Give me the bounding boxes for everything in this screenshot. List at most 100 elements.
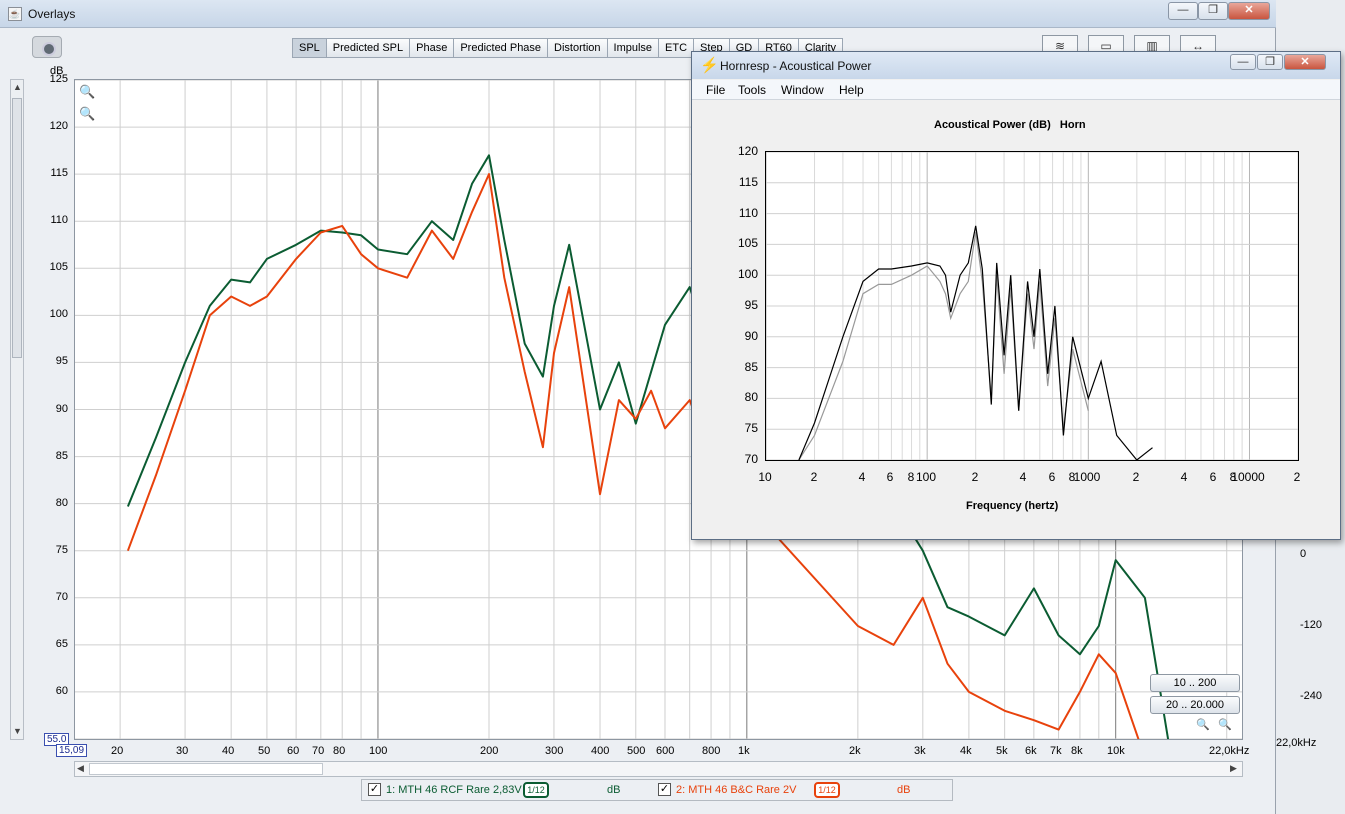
y-tick-label: 100 bbox=[49, 308, 68, 320]
x-tick-label: 100 bbox=[369, 745, 388, 757]
measurement-2-unit: dB bbox=[897, 784, 911, 796]
y-tick-label: 70 bbox=[55, 591, 68, 603]
hr-y-tick-label: 75 bbox=[744, 421, 758, 435]
hr-y-tick-label: 90 bbox=[744, 329, 758, 343]
x-tick-label: 22,0kHz bbox=[1209, 745, 1250, 757]
vertical-scroll-thumb[interactable] bbox=[12, 98, 22, 358]
tab-etc[interactable]: ETC bbox=[658, 38, 694, 58]
horizontal-scroll-thumb[interactable] bbox=[89, 763, 323, 775]
x-tick-label: 50 bbox=[258, 745, 271, 757]
x-tick-label: 2k bbox=[849, 745, 861, 757]
hornresp-title-bar[interactable]: ⚡ Hornresp - Acoustical Power — ❐ ✕ bbox=[692, 52, 1340, 79]
x-tick-label: 1k bbox=[738, 745, 750, 757]
hornresp-minimize-button[interactable]: — bbox=[1230, 54, 1256, 70]
hr-x-tick-label: 2 bbox=[971, 470, 979, 484]
camera-icon[interactable] bbox=[32, 36, 62, 58]
hornresp-maximize-button[interactable]: ❐ bbox=[1257, 54, 1283, 70]
overlays-window-title: Overlays bbox=[28, 7, 76, 21]
hr-y-tick-label: 80 bbox=[744, 390, 758, 404]
x-min-readout[interactable]: 15,09 bbox=[56, 744, 88, 757]
hr-x-tick-label: 6 bbox=[886, 470, 894, 484]
hr-x-tick-label: 10000 bbox=[1231, 470, 1265, 484]
zoom-out-icon[interactable]: 🔍 bbox=[79, 106, 95, 122]
scroll-left-arrow-icon[interactable]: ◀ bbox=[77, 763, 84, 774]
hr-x-tick-label: 1000 bbox=[1073, 470, 1101, 484]
close-button[interactable]: ✕ bbox=[1228, 2, 1270, 20]
x-tick-label: 30 bbox=[176, 745, 189, 757]
measurement-1-checkbox[interactable]: ✓ bbox=[368, 783, 381, 796]
hr-y-tick-label: 105 bbox=[737, 236, 758, 250]
range-10-200-button[interactable]: 10 .. 200 bbox=[1150, 674, 1240, 692]
tab-predicted-spl[interactable]: Predicted SPL bbox=[325, 38, 410, 58]
hr-y-tick-label: 85 bbox=[744, 360, 758, 374]
y-tick-label: 75 bbox=[55, 544, 68, 556]
y-tick-label: 85 bbox=[55, 450, 68, 462]
hr-x-tick-label: 4 bbox=[1180, 470, 1188, 484]
menu-tools[interactable]: Tools bbox=[738, 83, 766, 97]
minimize-button[interactable]: — bbox=[1168, 2, 1198, 20]
hr-y-tick-label: 120 bbox=[737, 144, 758, 158]
y-tick-label: 95 bbox=[55, 355, 68, 367]
tab-impulse[interactable]: Impulse bbox=[606, 38, 659, 58]
x-tick-label: 3k bbox=[914, 745, 926, 757]
menu-window[interactable]: Window bbox=[781, 83, 824, 97]
horizontal-scrollbar[interactable]: ◀ ▶ bbox=[74, 761, 1243, 777]
hornresp-x-axis-label: Frequency (hertz) bbox=[966, 500, 1059, 512]
y-tick-label: 110 bbox=[50, 214, 68, 226]
y-tick-label: 120 bbox=[49, 120, 68, 132]
measurement-1-label[interactable]: 1: MTH 46 RCF Rare 2,83V bbox=[386, 784, 522, 796]
lightning-icon: ⚡ bbox=[700, 57, 719, 74]
hr-y-tick-label: 70 bbox=[744, 452, 758, 466]
range-20-20000-button[interactable]: 20 .. 20.000 bbox=[1150, 696, 1240, 714]
acoustical-power-plot[interactable] bbox=[765, 151, 1299, 461]
scroll-up-arrow-icon[interactable]: ▲ bbox=[13, 82, 22, 92]
measurement-2-label[interactable]: 2: MTH 46 B&C Rare 2V bbox=[676, 784, 796, 796]
hr-y-tick-label: 100 bbox=[737, 267, 758, 281]
measurement-1-smoothing[interactable]: 1/12 bbox=[523, 782, 549, 798]
background-right-axis-readout: 22,0kHz bbox=[1276, 737, 1317, 749]
vertical-scrollbar[interactable]: ▲ ▼ bbox=[10, 79, 24, 740]
tab-phase[interactable]: Phase bbox=[409, 38, 454, 58]
acoustical-power-series-1 bbox=[798, 232, 1089, 461]
zoom-in-icon[interactable]: 🔍 bbox=[79, 84, 95, 100]
zoom-out-small-icon[interactable]: 🔍 bbox=[1196, 718, 1210, 731]
measurement-2-smoothing[interactable]: 1/12 bbox=[814, 782, 840, 798]
tab-predicted-phase[interactable]: Predicted Phase bbox=[453, 38, 548, 58]
hr-x-tick-label: 8 bbox=[907, 470, 915, 484]
background-right-axis-label-2: -240 bbox=[1300, 690, 1323, 702]
x-tick-label: 200 bbox=[480, 745, 499, 757]
tab-spl[interactable]: SPL bbox=[292, 38, 326, 58]
measurement-1-unit: dB bbox=[607, 784, 621, 796]
menu-help[interactable]: Help bbox=[839, 83, 864, 97]
hr-x-tick-label: 100 bbox=[915, 470, 937, 484]
zoom-in-small-icon[interactable]: 🔍 bbox=[1218, 718, 1232, 731]
hr-y-tick-label: 115 bbox=[738, 175, 758, 189]
measurement-2-checkbox[interactable]: ✓ bbox=[658, 783, 671, 796]
overlays-title-bar[interactable]: ☕ Overlays — ❐ ✕ bbox=[0, 0, 1276, 28]
menu-file[interactable]: File bbox=[706, 83, 725, 97]
y-tick-label: 90 bbox=[55, 403, 68, 415]
hornresp-plot-title: Acoustical Power (dB) Horn bbox=[934, 119, 1086, 131]
hr-y-tick-label: 95 bbox=[744, 298, 758, 312]
y-tick-label: 125 bbox=[49, 73, 68, 85]
x-tick-label: 10k bbox=[1107, 745, 1125, 757]
acoustical-power-svg bbox=[765, 151, 1299, 461]
x-tick-label: 8k bbox=[1071, 745, 1083, 757]
x-tick-label: 500 bbox=[627, 745, 646, 757]
scroll-down-arrow-icon[interactable]: ▼ bbox=[13, 726, 22, 736]
y-tick-label: 80 bbox=[55, 497, 68, 509]
tab-distortion[interactable]: Distortion bbox=[547, 38, 607, 58]
x-tick-label: 600 bbox=[656, 745, 675, 757]
hornresp-close-button[interactable]: ✕ bbox=[1284, 54, 1326, 70]
y-tick-label: 115 bbox=[50, 167, 68, 179]
scroll-right-arrow-icon[interactable]: ▶ bbox=[1230, 763, 1237, 774]
maximize-button[interactable]: ❐ bbox=[1198, 2, 1228, 20]
background-right-axis-label-1: -120 bbox=[1300, 619, 1323, 631]
x-tick-label: 60 bbox=[287, 745, 300, 757]
x-tick-label: 20 bbox=[111, 745, 124, 757]
x-tick-label: 800 bbox=[702, 745, 721, 757]
y-tick-label: 60 bbox=[55, 685, 68, 697]
hr-x-tick-label: 10 bbox=[758, 470, 772, 484]
x-tick-label: 70 bbox=[312, 745, 325, 757]
y-tick-label: 105 bbox=[49, 261, 68, 273]
